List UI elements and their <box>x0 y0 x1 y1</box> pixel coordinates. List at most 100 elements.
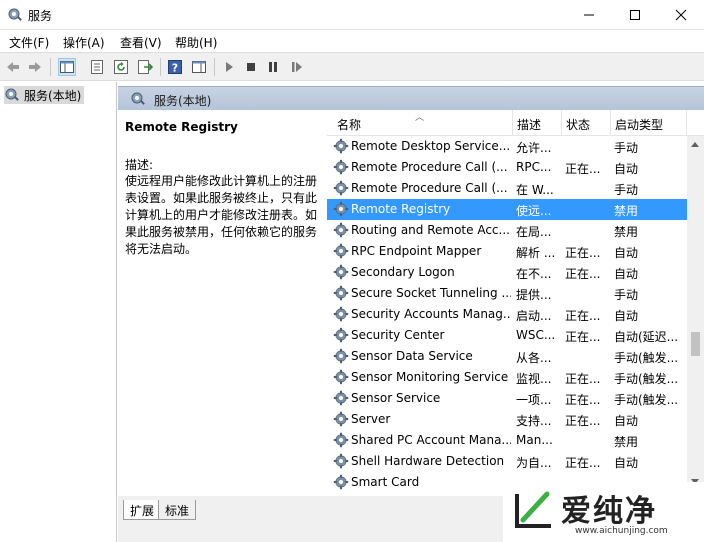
column-header-label: 状态 <box>566 118 591 132</box>
export-list-button[interactable] <box>136 58 154 76</box>
service-startup-type: 手动 <box>614 288 639 302</box>
service-row[interactable]: Remote Procedure Call (... RPC... 正在... 自动 <box>327 157 687 178</box>
pane-header: 服务(本地) <box>118 86 704 110</box>
show-hide-tree-button[interactable] <box>58 58 76 76</box>
forward-arrow-icon <box>29 62 41 72</box>
pause-service-button[interactable] <box>264 58 282 76</box>
service-gear-icon <box>333 348 349 364</box>
column-header-description[interactable]: 描述 <box>513 110 562 136</box>
service-description: 从各... <box>516 351 552 365</box>
vertical-scrollbar[interactable] <box>687 136 704 490</box>
title-bar: 服务 <box>0 0 704 30</box>
tab-standard[interactable]: 标准 <box>158 500 197 520</box>
service-row[interactable]: Security Accounts Manag... 启动... 正在... 自动 <box>327 304 687 325</box>
refresh-icon <box>114 60 128 74</box>
service-row[interactable]: Server 支持... 正在... 自动 <box>327 409 687 430</box>
service-description: 使远... <box>516 204 552 218</box>
service-startup-type: 手动 <box>614 141 639 155</box>
service-name: Secondary Logon <box>351 265 455 279</box>
start-service-button[interactable] <box>220 58 238 76</box>
service-name: Smart Card <box>351 475 420 489</box>
service-row[interactable]: RPC Endpoint Mapper 解析 ... 正在... 自动 <box>327 241 687 262</box>
service-status: 正在... <box>565 162 601 176</box>
service-row[interactable]: Secondary Logon 在不... 正在... 自动 <box>327 262 687 283</box>
restart-icon <box>292 62 302 72</box>
service-description: 一项... <box>516 393 552 407</box>
scroll-thumb[interactable] <box>691 332 700 356</box>
action-pane-button[interactable] <box>190 58 208 76</box>
service-row[interactable]: Secure Socket Tunneling ... 提供... 手动 <box>327 283 687 304</box>
service-row[interactable]: Sensor Service 一项... 正在... 手动(触发... <box>327 388 687 409</box>
tab-extended[interactable]: 扩展 <box>123 500 162 520</box>
service-row[interactable]: Shell Hardware Detection 为自... 正在... 自动 <box>327 451 687 472</box>
back-button[interactable] <box>4 58 22 76</box>
service-status: 正在... <box>565 393 601 407</box>
tree-node-services-local[interactable]: 服务(本地) <box>4 86 85 104</box>
service-row[interactable]: Routing and Remote Acc... 在局... 禁用 <box>327 220 687 241</box>
service-description: 为自... <box>516 456 552 470</box>
service-gear-icon <box>333 201 349 217</box>
help-icon: ? <box>168 60 182 75</box>
close-button[interactable] <box>658 0 704 30</box>
menu-file[interactable]: 文件(F) <box>9 34 49 51</box>
service-gear-icon <box>333 138 349 154</box>
services-gear-icon <box>8 8 22 21</box>
service-startup-type: 自动(延迟... <box>614 330 679 344</box>
pause-icon <box>269 62 277 72</box>
scroll-up-icon[interactable] <box>691 142 699 147</box>
service-startup-type: 手动(触发... <box>614 372 679 386</box>
toolbar-separator <box>160 58 161 76</box>
maximize-button[interactable] <box>612 0 658 30</box>
service-description: 解析 ... <box>516 246 556 260</box>
watermark: 爱纯净 www.aichunjing.com <box>503 482 704 542</box>
back-arrow-icon <box>7 62 19 72</box>
service-startup-type: 自动 <box>614 246 639 260</box>
service-row[interactable]: Shared PC Account Mana... Man... 禁用 <box>327 430 687 451</box>
menu-help[interactable]: 帮助(H) <box>175 34 217 51</box>
service-startup-type: 自动 <box>614 267 639 281</box>
service-row[interactable]: Remote Registry 使远... 禁用 <box>327 199 687 220</box>
help-button[interactable]: ? <box>166 58 184 76</box>
forward-button[interactable] <box>26 58 44 76</box>
show-hide-tree-icon <box>60 61 74 73</box>
service-description: RPC... <box>516 160 552 174</box>
service-name: Remote Procedure Call (... <box>351 160 508 174</box>
service-description: 允许... <box>516 141 552 155</box>
service-name: Shared PC Account Mana... <box>351 433 511 447</box>
pane-header-title: 服务(本地) <box>154 94 212 108</box>
refresh-button[interactable] <box>112 58 130 76</box>
restart-service-button[interactable] <box>288 58 306 76</box>
service-status: 正在... <box>565 414 601 428</box>
service-row[interactable]: Remote Desktop Service... 允许... 手动 <box>327 136 687 157</box>
column-header-label: 描述 <box>517 118 542 132</box>
detail-service-name: Remote Registry <box>125 120 238 134</box>
properties-icon <box>91 60 103 74</box>
sort-ascending-icon: ︿ <box>415 113 425 123</box>
service-row[interactable]: Security Center WSC... 正在... 自动(延迟... <box>327 325 687 346</box>
minimize-button[interactable] <box>566 0 612 30</box>
column-header-status[interactable]: 状态 <box>562 110 611 136</box>
service-description: 启动... <box>516 309 552 323</box>
service-row[interactable]: Sensor Monitoring Service 监视... 正在... 手动(触发… <box>327 367 687 388</box>
minimize-icon <box>584 14 594 16</box>
service-row[interactable]: Sensor Data Service 从各... 手动(触发... <box>327 346 687 367</box>
services-list: 名称 ︿ 描述 状态 启动类型 Remote Desktop Service..… <box>327 110 704 490</box>
menu-view[interactable]: 查看(V) <box>120 34 162 51</box>
list-header: 名称 ︿ 描述 状态 启动类型 <box>327 110 704 136</box>
service-startup-type: 自动 <box>614 309 639 323</box>
play-icon <box>226 62 233 72</box>
properties-button[interactable] <box>88 58 106 76</box>
menu-action[interactable]: 操作(A) <box>63 34 105 51</box>
services-gear-icon <box>131 92 145 105</box>
menu-bar: 文件(F) 操作(A) 查看(V) 帮助(H) <box>0 30 704 52</box>
action-pane-icon <box>192 61 206 73</box>
service-gear-icon <box>333 222 349 238</box>
column-header-startup-type[interactable]: 启动类型 <box>611 110 687 136</box>
service-gear-icon <box>333 369 349 385</box>
service-row[interactable]: Remote Procedure Call (... 在 W... 手动 <box>327 178 687 199</box>
service-description: 在局... <box>516 225 552 239</box>
stop-service-button[interactable] <box>242 58 260 76</box>
service-status: 正在... <box>565 267 601 281</box>
column-header-name[interactable]: 名称 ︿ <box>327 110 513 136</box>
service-name: RPC Endpoint Mapper <box>351 244 482 258</box>
